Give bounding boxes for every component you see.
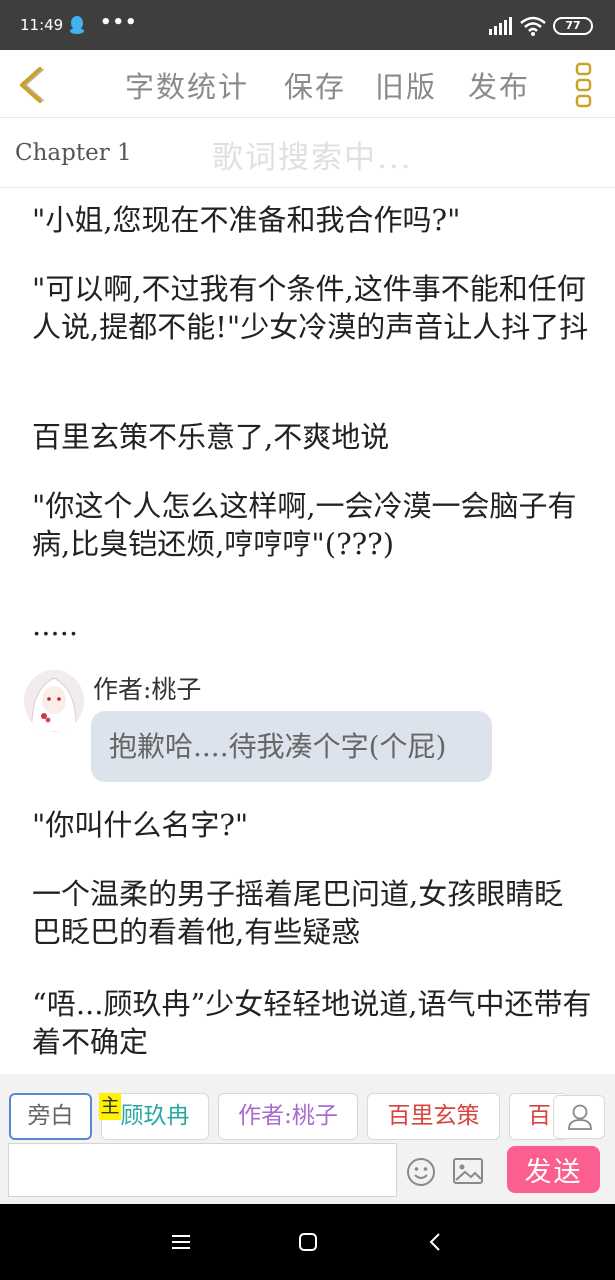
battery-icon: 77	[553, 17, 593, 35]
save-button[interactable]: 保存	[284, 64, 346, 106]
publish-button[interactable]: 发布	[468, 64, 530, 106]
story-paragraph: "小姐,您现在不准备和我合作吗?"	[32, 203, 461, 237]
character-chip-narrator[interactable]: 旁白	[9, 1093, 92, 1140]
wifi-icon	[520, 16, 546, 36]
menu-icon[interactable]	[169, 1230, 193, 1254]
story-paragraph: "可以啊,不过我有个条件,这件事不能和任何人说,提都不能!"少女冷漠的声音让人抖…	[32, 272, 589, 344]
story-paragraph: 百里玄策不乐意了,不爽地说	[32, 420, 390, 454]
main-character-badge: 主	[99, 1093, 121, 1120]
story-paragraph: “唔...顾玖冉”少女轻轻地说道,语气中还带有着不确定	[32, 987, 592, 1059]
story-paragraph: "你这个人怎么这样啊,一会冷漠一会脑子有病,比臭铠还烦,哼哼哼"(???)	[32, 489, 577, 561]
editor-toolbar: 字数统计 保存 旧版 发布	[0, 50, 615, 118]
message-input-bar: 发送	[0, 1140, 615, 1204]
message-input[interactable]	[8, 1143, 397, 1197]
status-time: 11:49	[20, 16, 64, 34]
author-name: 作者:桃子	[93, 675, 202, 704]
lyrics-search-hint: 歌词搜索中...	[212, 140, 413, 176]
home-icon[interactable]	[296, 1230, 320, 1254]
character-chip-baili-xuance[interactable]: 百里玄策	[367, 1093, 500, 1140]
status-bar: 11:49 ••• 77	[0, 0, 615, 50]
character-manage-button[interactable]	[553, 1095, 605, 1139]
send-button[interactable]: 发送	[507, 1146, 600, 1193]
emoji-icon[interactable]	[405, 1156, 437, 1188]
word-count-button[interactable]: 字数统计	[125, 64, 249, 106]
chapter-title[interactable]: Chapter 1	[15, 140, 132, 166]
back-arrow-icon[interactable]	[14, 64, 48, 106]
back-icon[interactable]	[424, 1230, 448, 1254]
system-nav-bar	[0, 1204, 615, 1280]
old-version-button[interactable]: 旧版	[375, 64, 437, 106]
story-paragraph: 一个温柔的男子摇着尾巴问道,女孩眼睛眨巴眨巴的看着他,有些疑惑	[32, 877, 564, 949]
character-selector: 旁白 顾玖冉 作者:桃子 百里玄策 百	[0, 1074, 615, 1140]
story-content[interactable]: "小姐,您现在不准备和我合作吗?" "可以啊,不过我有个条件,这件事不能和任何人…	[0, 188, 615, 1074]
chapter-header: Chapter 1 歌词搜索中...	[0, 118, 615, 188]
more-vertical-icon[interactable]	[574, 62, 594, 108]
signal-icon	[489, 17, 512, 35]
author-avatar[interactable]	[24, 670, 84, 732]
character-chip-author[interactable]: 作者:桃子	[218, 1093, 358, 1140]
qq-icon	[70, 16, 84, 34]
image-icon[interactable]	[452, 1156, 484, 1186]
person-icon	[568, 1104, 592, 1130]
story-paragraph: .....	[32, 608, 79, 642]
notification-dots: •••	[100, 12, 138, 33]
story-paragraph: "你叫什么名字?"	[32, 808, 249, 842]
author-message-bubble[interactable]: 抱歉哈....待我凑个字(个屁)	[91, 711, 492, 782]
